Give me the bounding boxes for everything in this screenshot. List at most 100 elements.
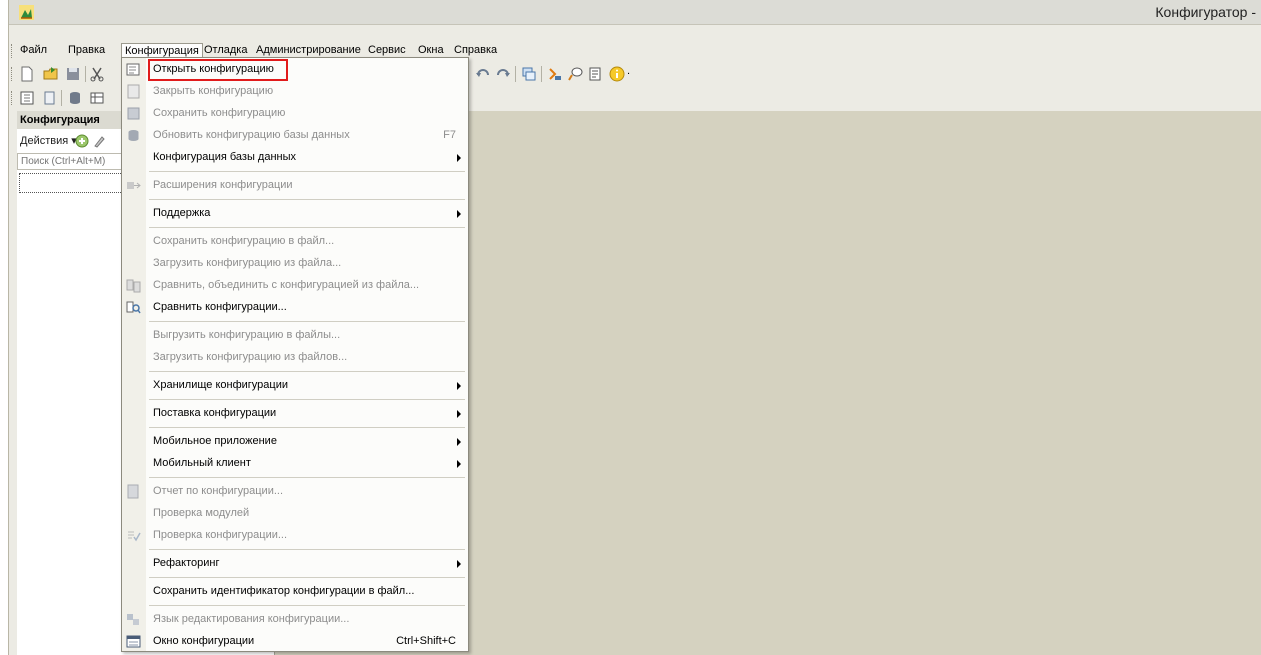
menu-item-label: Сравнить, объединить с конфигурацией из … [153, 279, 420, 291]
toolbar-separator [61, 90, 62, 106]
menu-config-repository[interactable]: Хранилище конфигурации [122, 375, 468, 397]
menu-import-config-files[interactable]: Загрузить конфигурацию из файлов... [122, 347, 468, 369]
merge-icon [126, 279, 141, 293]
menu-check-modules[interactable]: Проверка модулей [122, 503, 468, 525]
menu-refactoring[interactable]: Рефакторинг [122, 553, 468, 575]
menu-config-window[interactable]: Окно конфигурации Ctrl+Shift+C [122, 631, 468, 653]
language-icon [127, 614, 139, 625]
menu-edit-language[interactable]: Язык редактирования конфигурации... [122, 609, 468, 631]
save-config-icon [127, 107, 140, 120]
help-book-icon[interactable] [587, 66, 603, 82]
menu-config-delivery[interactable]: Поставка конфигурации [122, 403, 468, 425]
menubar-grip[interactable] [11, 44, 14, 58]
close-config-icon [127, 84, 140, 99]
menu-compare-merge-file[interactable]: Сравнить, объединить с конфигурацией из … [122, 275, 468, 297]
menu-item-label: Отчет по конфигурации... [153, 485, 284, 497]
actions-label: Действия ▾ [20, 135, 77, 147]
menu-mobile-app[interactable]: Мобильное приложение [122, 431, 468, 453]
menu-item-label: Сохранить конфигурацию [153, 107, 286, 119]
syntax-helper-icon[interactable] [547, 66, 563, 82]
menu-separator [149, 371, 465, 372]
database-icon[interactable] [67, 90, 83, 106]
toolbar-grip[interactable] [11, 91, 14, 105]
document-icon[interactable] [41, 90, 57, 106]
toolbar-grip[interactable] [11, 67, 14, 81]
toolbar-overflow-icon[interactable]: . [627, 65, 630, 77]
menu-item-label: Конфигурация базы данных [153, 151, 297, 163]
report-icon [127, 484, 139, 499]
menu-support[interactable]: Поддержка [122, 203, 468, 225]
window-title: Конфигуратор - [1155, 4, 1256, 20]
submenu-arrow-icon [457, 410, 461, 418]
submenu-arrow-icon [457, 382, 461, 390]
menu-item-label: Рефакторинг [153, 557, 220, 569]
menu-compare-configurations[interactable]: Сравнить конфигурации... [122, 297, 468, 319]
menu-mobile-client[interactable]: Мобильный клиент [122, 453, 468, 475]
menu-save-config-to-file[interactable]: Сохранить конфигурацию в файл... [122, 231, 468, 253]
menu-close-configuration[interactable]: Закрыть конфигурацию [122, 81, 468, 103]
save-file-icon[interactable] [65, 66, 81, 82]
menu-update-db-configuration[interactable]: Обновить конфигурацию базы данных F7 [122, 125, 468, 147]
menu-save-config-id[interactable]: Сохранить идентификатор конфигурации в ф… [122, 581, 468, 603]
menu-separator [149, 227, 465, 228]
menu-load-config-from-file[interactable]: Загрузить конфигурацию из файла... [122, 253, 468, 275]
menu-edit[interactable]: Правка [65, 43, 108, 59]
extensions-icon [127, 182, 141, 189]
red-highlight-box [148, 59, 288, 81]
app-logo-icon [19, 5, 34, 20]
menu-separator [149, 549, 465, 550]
menu-item-label: Расширения конфигурации [153, 179, 293, 191]
config-tree-icon[interactable] [19, 90, 35, 106]
title-bar: Конфигуратор - [9, 0, 1261, 25]
menu-item-label: Мобильное приложение [153, 435, 277, 447]
menu-item-label: Обновить конфигурацию базы данных [153, 129, 350, 141]
menu-item-label: Поддержка [153, 207, 211, 219]
menu-item-label: Сохранить идентификатор конфигурации в ф… [153, 585, 415, 597]
menu-item-label: Проверка конфигурации... [153, 529, 288, 541]
menu-separator [149, 321, 465, 322]
menu-separator [149, 427, 465, 428]
open-file-icon[interactable] [43, 66, 59, 82]
menu-export-config-files[interactable]: Выгрузить конфигурацию в файлы... [122, 325, 468, 347]
menu-item-label: Окно конфигурации [153, 635, 255, 647]
menu-item-label: Хранилище конфигурации [153, 379, 288, 391]
menu-separator [149, 477, 465, 478]
submenu-arrow-icon [457, 154, 461, 162]
menu-item-label: Загрузить конфигурацию из файлов... [153, 351, 348, 363]
menu-item-label: Выгрузить конфигурацию в файлы... [153, 329, 341, 341]
menu-item-label: Сравнить конфигурации... [153, 301, 287, 313]
menu-file[interactable]: Файл [17, 43, 50, 59]
menu-separator [149, 577, 465, 578]
toolbar-separator [515, 66, 516, 82]
menu-item-label: Поставка конфигурации [153, 407, 277, 419]
new-file-icon[interactable] [19, 66, 35, 82]
table-icon[interactable] [89, 90, 105, 106]
edit-pencil-icon[interactable] [93, 134, 105, 148]
menu-config-extensions[interactable]: Расширения конфигурации [122, 175, 468, 197]
cut-icon[interactable] [89, 66, 105, 82]
menu-db-configuration[interactable]: Конфигурация базы данных [122, 147, 468, 169]
configuration-menu-dropdown: Открыть конфигурацию Закрыть конфигураци… [121, 57, 469, 652]
menu-separator [149, 605, 465, 606]
menu-item-label: Сохранить конфигурацию в файл... [153, 235, 335, 247]
add-icon[interactable] [75, 134, 89, 148]
compare-icon [126, 301, 141, 314]
menu-item-shortcut: Ctrl+Shift+C [396, 635, 456, 647]
toolbar-separator [85, 66, 86, 82]
update-db-icon [128, 130, 139, 141]
menu-save-configuration[interactable]: Сохранить конфигурацию [122, 103, 468, 125]
menu-item-label: Проверка модулей [153, 507, 250, 519]
menu-config-report[interactable]: Отчет по конфигурации... [122, 481, 468, 503]
find-prev-icon[interactable] [475, 66, 491, 82]
info-icon[interactable] [609, 66, 625, 82]
submenu-arrow-icon [457, 460, 461, 468]
menu-check-configuration[interactable]: Проверка конфигурации... [122, 525, 468, 547]
menu-item-label: Мобильный клиент [153, 457, 251, 469]
submenu-arrow-icon [457, 438, 461, 446]
windows-icon[interactable] [521, 66, 537, 82]
find-next-icon[interactable] [495, 66, 511, 82]
hint-icon[interactable] [567, 66, 583, 82]
menu-item-label: Закрыть конфигурацию [153, 85, 274, 97]
check-icon [128, 531, 141, 542]
menu-item-label: Загрузить конфигурацию из файла... [153, 257, 342, 269]
